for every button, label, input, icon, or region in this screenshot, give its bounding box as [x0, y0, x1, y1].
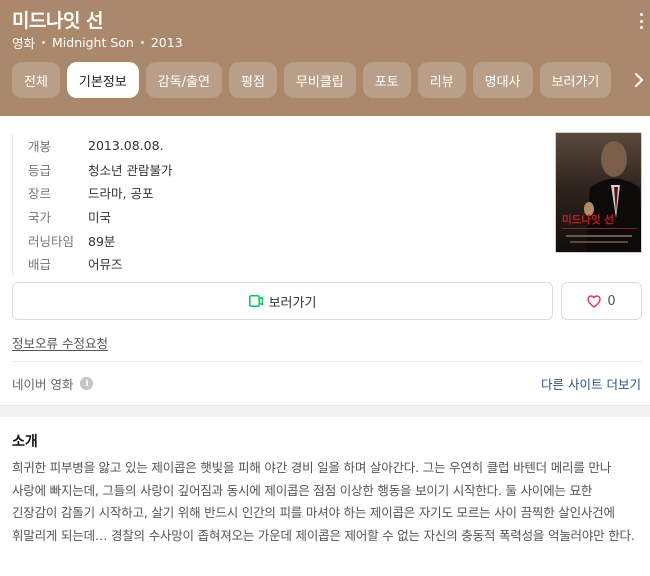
tab-famous-lines[interactable]: 명대사	[472, 62, 533, 98]
info-row-runtime: 러닝타임 89분	[13, 228, 532, 252]
info-row-genre: 장르 드라마, 공포	[13, 181, 532, 205]
divider	[12, 361, 642, 362]
movie-poster[interactable]: 미드나잇 선	[555, 132, 642, 253]
separator-dot	[140, 41, 144, 44]
info-value: 청소년 관람불가	[88, 162, 173, 178]
tab-bar: 전체 기본정보 감독/출연 평점 무비클립 포토 리뷰 명대사 보러가기	[12, 62, 618, 98]
info-row-distributor: 배급 어뮤즈	[13, 252, 532, 276]
like-count: 0	[607, 293, 616, 309]
tab-director-cast[interactable]: 감독/출연	[145, 62, 222, 98]
info-label: 등급	[28, 162, 52, 178]
play-screen-icon	[248, 295, 263, 307]
section-gap	[0, 405, 650, 417]
info-icon[interactable]: i	[80, 377, 94, 390]
watch-button[interactable]: 보러가기	[12, 282, 553, 320]
poster-image: 미드나잇 선	[556, 133, 641, 252]
watch-button-label: 보러가기	[268, 295, 317, 311]
info-label: 장르	[28, 186, 52, 202]
synopsis-text: 희귀한 피부병을 앓고 있는 제이콥은 햇빛을 피해 야간 경비 일을 하며 살…	[12, 460, 635, 543]
basic-info-list: 개봉 2013.08.08. 등급 청소년 관람불가 장르 드라마, 공포 국가…	[12, 134, 532, 276]
heart-outline-icon	[587, 294, 602, 308]
page-title: 미드나잇 선	[12, 10, 104, 32]
release-year: 2013	[150, 35, 183, 50]
tab-ratings[interactable]: 평점	[229, 62, 277, 98]
source-info: 네이버 영화 i	[12, 374, 94, 393]
info-label: 개봉	[28, 139, 52, 155]
tab-reviews[interactable]: 리뷰	[417, 62, 466, 98]
like-button[interactable]: 0	[561, 282, 642, 320]
original-title: Midnight Son	[52, 35, 134, 50]
separator-dot	[42, 41, 46, 44]
info-value: 89분	[88, 233, 116, 249]
movie-header: 미드나잇 선 영화 Midnight Son 2013 전체 기본정보 감독/출…	[0, 0, 650, 116]
info-value: 미국	[88, 210, 112, 226]
tab-photos[interactable]: 포토	[362, 62, 411, 98]
synopsis-heading: 소개	[12, 434, 38, 450]
report-error-link[interactable]: 정보오류 수정요청	[12, 333, 108, 352]
movie-meta: 영화 Midnight Son 2013	[12, 33, 183, 52]
info-label: 배급	[28, 257, 52, 273]
info-value: 드라마, 공포	[88, 186, 154, 202]
info-row-release: 개봉 2013.08.08.	[13, 134, 532, 158]
info-row-country: 국가 미국	[13, 205, 532, 229]
poster-title-art: 미드나잇 선	[562, 213, 614, 226]
info-label: 국가	[28, 210, 52, 226]
info-value: 2013.08.08.	[88, 138, 164, 154]
tab-basic-info[interactable]: 기본정보	[66, 62, 139, 98]
tab-overview[interactable]: 전체	[12, 62, 60, 98]
category-label: 영화	[12, 36, 36, 51]
chevron-right-icon[interactable]	[632, 72, 646, 88]
tab-watch[interactable]: 보러가기	[539, 62, 612, 98]
kebab-menu-icon[interactable]	[638, 13, 644, 29]
tab-movie-clips[interactable]: 무비클립	[283, 62, 356, 98]
info-label: 러닝타임	[28, 233, 75, 249]
source-name: 네이버 영화	[12, 377, 74, 392]
info-value: 어뮤즈	[88, 257, 123, 273]
more-sites-link[interactable]: 다른 사이트 더보기	[541, 374, 641, 393]
info-row-rating: 등급 청소년 관람불가	[13, 158, 532, 182]
